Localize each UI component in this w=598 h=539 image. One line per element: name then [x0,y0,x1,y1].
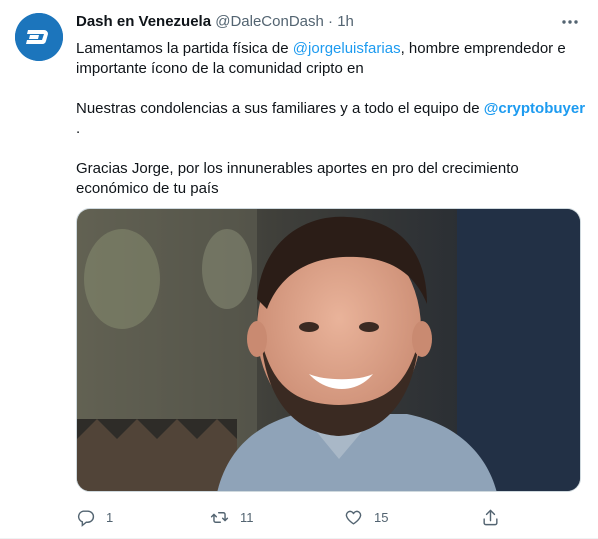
more-icon [562,20,578,24]
reply-button[interactable]: 1 [76,505,113,529]
text-segment: Nuestras condolencias a sus familiares y… [76,100,484,117]
venezuela-flag-icon [366,62,383,74]
more-options-button[interactable] [560,12,580,32]
retweet-icon [210,511,229,523]
mention-jorgeluisfarias[interactable]: @jorgeluisfarias [293,40,401,57]
dash-logo-icon [15,13,63,61]
tweet-card[interactable]: Dash en Venezuela @DaleConDash · 1h Lame… [0,0,598,539]
share-button[interactable] [481,505,500,529]
avatar[interactable] [15,13,63,61]
portrait-image [77,209,580,491]
reply-count: 1 [106,509,114,525]
text-segment: . [76,120,81,137]
tweet-paragraph-2: Nuestras condolencias a sus familiares y… [76,99,591,139]
author-name[interactable]: Dash en Venezuela [76,13,211,30]
author-handle[interactable]: @DaleConDash [215,13,324,30]
share-icon [483,509,498,525]
separator-dot: · [328,13,334,30]
tweet-paragraph-3: Gracias Jorge, por los innunerables apor… [76,160,519,197]
retweet-button[interactable]: 11 [210,505,254,529]
text-segment: Lamentamos la partida física de [76,40,293,57]
reply-icon [77,509,95,527]
retweet-count: 11 [240,509,254,525]
like-button[interactable]: 15 [344,505,388,529]
tweet-actions: 1 11 15 [76,505,581,529]
mention-cryptobuyer[interactable]: @cryptobuyer [484,100,585,117]
like-count: 15 [374,509,389,525]
tweet-paragraph-1: Lamentamos la partida física de @jorgelu… [76,39,591,79]
tweet-header: Dash en Venezuela @DaleConDash · 1h [76,12,354,32]
tweet-timestamp[interactable]: 1h [337,13,354,30]
heart-icon [345,510,362,525]
tweet-photo[interactable] [76,208,581,492]
tweet-text: Lamentamos la partida física de @jorgelu… [76,39,591,199]
